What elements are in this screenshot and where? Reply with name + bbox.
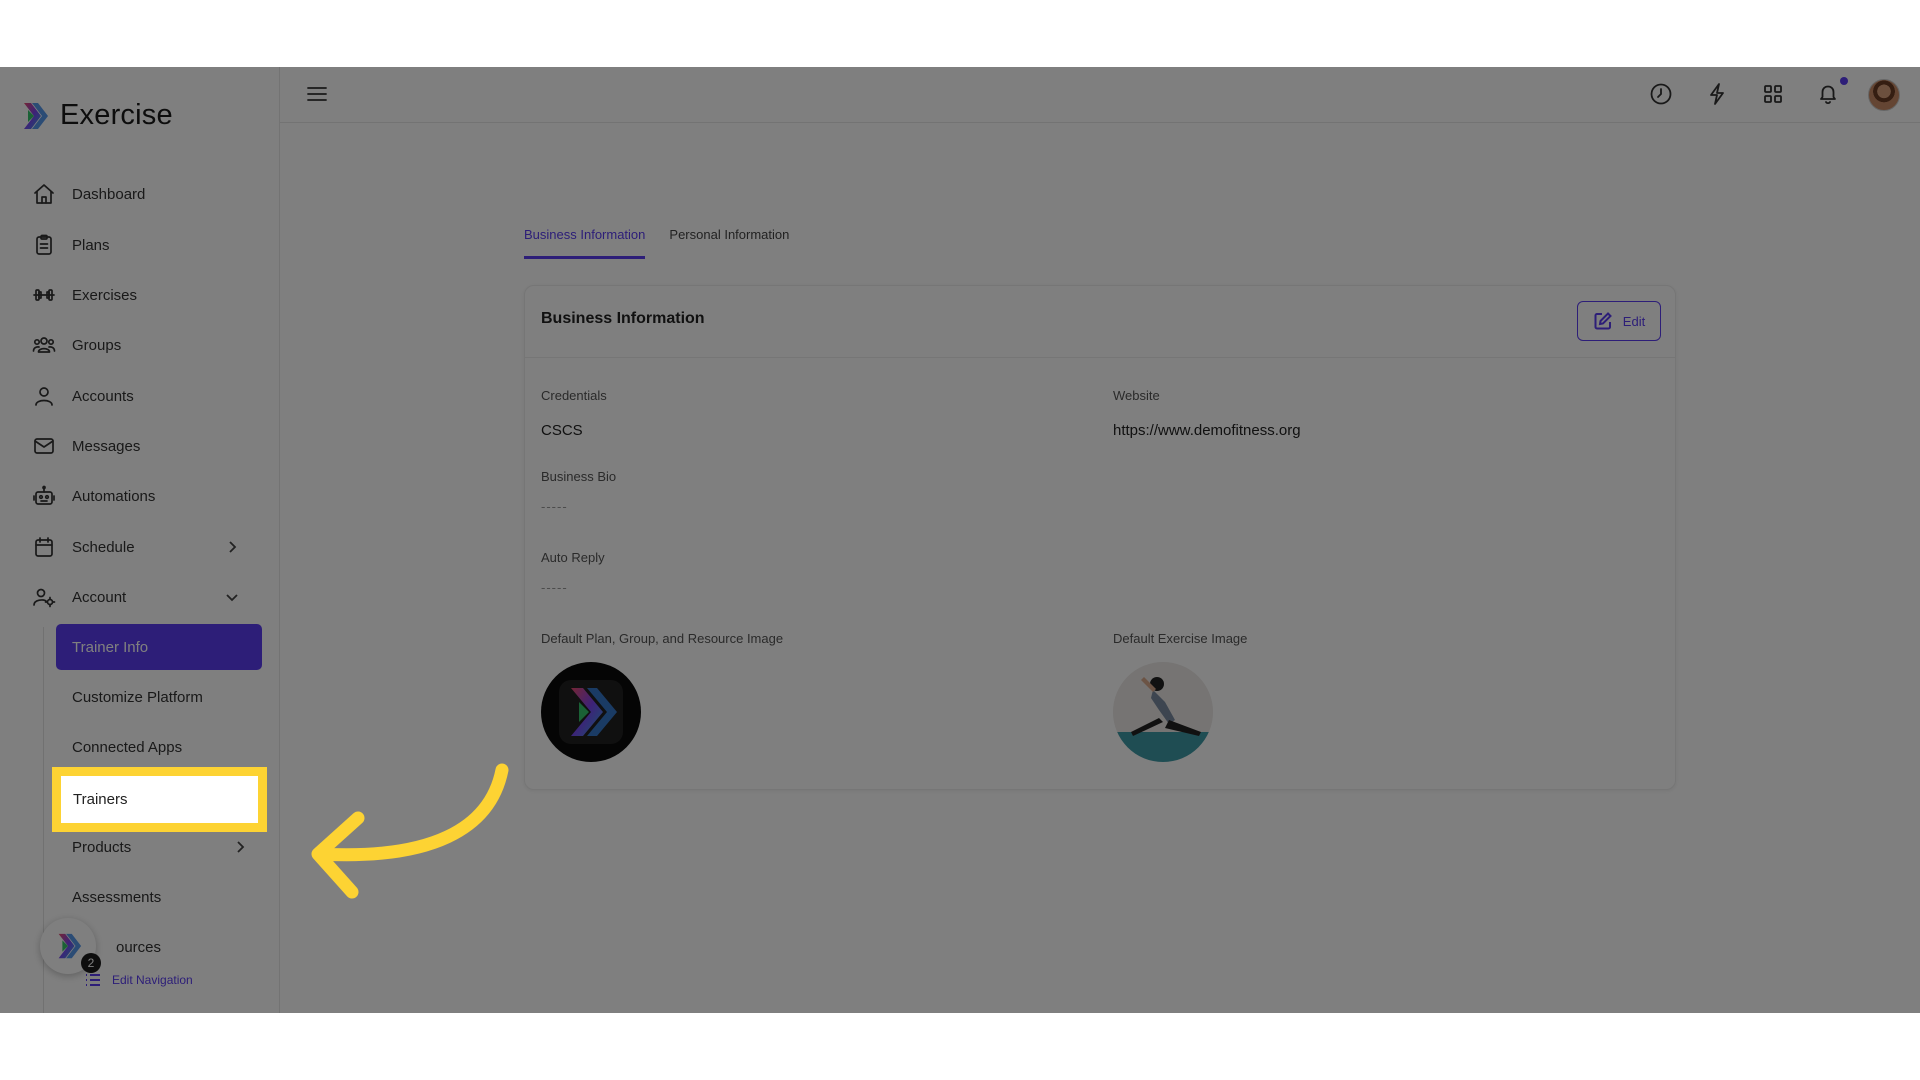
app-frame: Exercise Dashboard Plans Exercises Group… (0, 67, 1920, 1013)
tutorial-dim-overlay (0, 67, 1920, 1013)
sub-item-trainers-highlighted[interactable]: Trainers (52, 767, 267, 832)
sub-item-label: Trainers (73, 791, 128, 808)
tutorial-arrow-icon (311, 763, 509, 899)
